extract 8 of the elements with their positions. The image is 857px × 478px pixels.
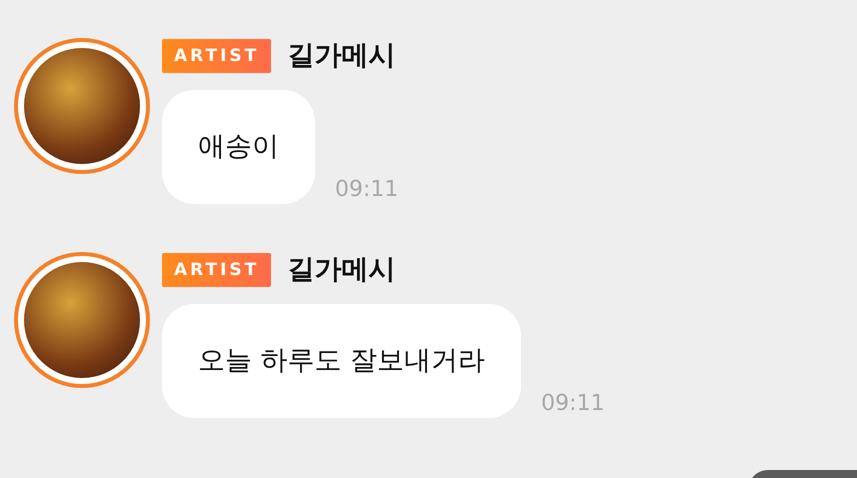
message-bubble: 오늘 하루도 잘보내거라 bbox=[162, 304, 522, 418]
sender-name: 길가메시 bbox=[287, 253, 396, 287]
artist-badge: ARTIST bbox=[162, 253, 272, 287]
message-time: 09:11 bbox=[541, 390, 605, 418]
message-bubble: 애송이 bbox=[162, 90, 315, 204]
sender-name: 길가메시 bbox=[287, 39, 396, 73]
artist-badge: ARTIST bbox=[162, 39, 272, 73]
message-time: 09:11 bbox=[335, 176, 398, 204]
